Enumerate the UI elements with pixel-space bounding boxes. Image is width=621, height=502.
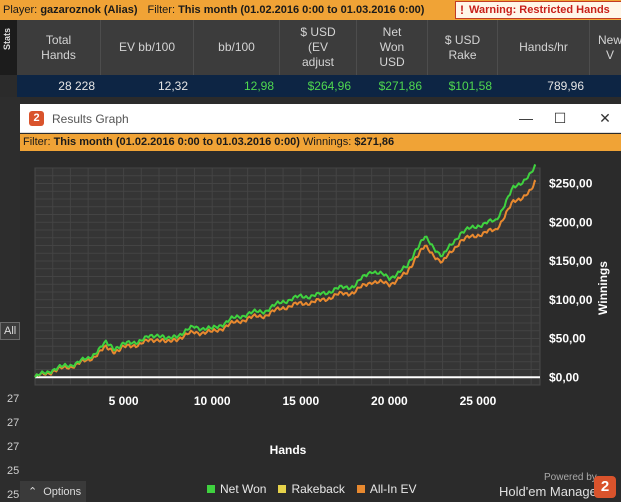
row-number: 27 [7, 417, 20, 429]
app-icon: 2 [29, 111, 44, 126]
cell-net-won-usd: $271,86 [378, 79, 422, 93]
y-tick-label: $250,00 [549, 177, 593, 191]
results-graph-window: 2 Results Graph — ☐ ✕ Filter: This month… [20, 104, 621, 502]
y-axis-label: Winnings [596, 261, 610, 315]
column-header-usd-ev-adjusted[interactable]: $ USD (EV adjust [280, 20, 357, 75]
column-header-usd-rake[interactable]: $ USD Rake [428, 20, 498, 75]
chevron-up-icon: ⌃ [28, 486, 38, 498]
column-header-bb100[interactable]: bb/100 [194, 20, 280, 75]
legend-item-net-won[interactable]: Net Won [207, 482, 266, 496]
legend-label: All-In EV [369, 482, 417, 496]
row-number: 25 [7, 489, 20, 501]
stats-header: Total Hands EV bb/100 bb/100 $ USD (EV a… [17, 20, 621, 75]
cell-total-hands: 28 228 [58, 79, 95, 93]
table-row[interactable]: 28 228 12,32 12,98 $264,96 $271,86 $101,… [17, 75, 621, 97]
cell-usd-rake: $101,58 [448, 79, 492, 93]
stats-tab[interactable]: Stats [0, 20, 17, 75]
cell-bb100: 12,98 [243, 79, 274, 93]
y-tick-label: $100,00 [549, 293, 593, 307]
filter-label: Filter: [147, 4, 176, 16]
winnings-value: $271,86 [354, 136, 395, 148]
column-header-new[interactable]: New V [590, 20, 621, 75]
options-button[interactable]: ⌃ Options [20, 481, 86, 502]
cell-usd-ev-adjusted: $264,96 [307, 79, 351, 93]
column-header-hands-hr[interactable]: Hands/hr [498, 20, 590, 75]
x-axis-label: Hands [270, 443, 307, 457]
row-number: 27 [7, 393, 20, 405]
brand-name: Hold'em Manager [499, 484, 602, 499]
chart-legend: Net Won Rakeback All-In EV [207, 482, 417, 496]
y-tick-label: $50,00 [549, 332, 586, 346]
legend-swatch [278, 485, 287, 493]
winnings-label: Winnings: [303, 136, 352, 148]
stats-tab-label: Stats [2, 27, 12, 50]
row-number: 27 [7, 441, 20, 453]
column-header-ev-bb100[interactable]: EV bb/100 [101, 20, 194, 75]
warning-text: Warning: Restricted Hands [469, 4, 610, 16]
legend-label: Net Won [220, 482, 267, 496]
legend-item-all-in-ev[interactable]: All-In EV [356, 482, 417, 496]
legend-swatch [356, 485, 365, 493]
player-label: Player: [3, 4, 38, 16]
x-tick-label: 10 000 [194, 394, 231, 408]
exclamation-icon: ! [460, 3, 464, 17]
legend-swatch [207, 485, 215, 493]
x-tick-label: 20 000 [371, 394, 408, 408]
graph-filter-bar: Filter: This month (01.02.2016 0:00 to 0… [20, 134, 621, 151]
powered-by-label: Powered by [544, 472, 597, 483]
graph-filter-value: This month (01.02.2016 0:00 to 01.03.201… [53, 136, 300, 148]
window-title: Results Graph [52, 112, 129, 126]
x-tick-label: 25 000 [460, 394, 497, 408]
column-header-total-hands[interactable]: Total Hands [17, 20, 101, 75]
graph-filter-label: Filter: [23, 136, 51, 148]
y-tick-label: $150,00 [549, 254, 593, 268]
legend-label: Rakeback [291, 482, 345, 496]
minimize-icon[interactable]: — [512, 107, 540, 129]
options-label: Options [43, 485, 82, 498]
cell-ev-bb100: 12,32 [157, 79, 188, 93]
all-filter-input[interactable]: All [0, 322, 20, 340]
results-graph[interactable]: 5 000 10 000 15 000 20 000 25 000 $0,00 $50,00… [20, 151, 621, 502]
hm2-logo-icon: 2 [594, 476, 616, 498]
x-tick-label: 15 000 [282, 394, 319, 408]
player-name[interactable]: gazaroznok (Alias) [40, 4, 137, 16]
filter-value[interactable]: This month (01.02.2016 0:00 to 01.03.201… [178, 4, 424, 16]
maximize-icon[interactable]: ☐ [546, 107, 574, 129]
y-tick-label: $0,00 [549, 370, 579, 384]
legend-item-rakeback[interactable]: Rakeback [278, 482, 345, 496]
close-icon[interactable]: ✕ [591, 107, 619, 129]
cell-hands-hr: 789,96 [547, 79, 584, 93]
y-tick-label: $200,00 [549, 215, 593, 229]
restricted-hands-warning[interactable]: ! Warning: Restricted Hands [455, 1, 621, 19]
x-tick-label: 5 000 [109, 394, 139, 408]
window-titlebar[interactable]: 2 Results Graph — ☐ ✕ [20, 104, 621, 133]
column-header-net-won-usd[interactable]: Net Won USD [357, 20, 428, 75]
row-number: 25 [7, 465, 20, 477]
